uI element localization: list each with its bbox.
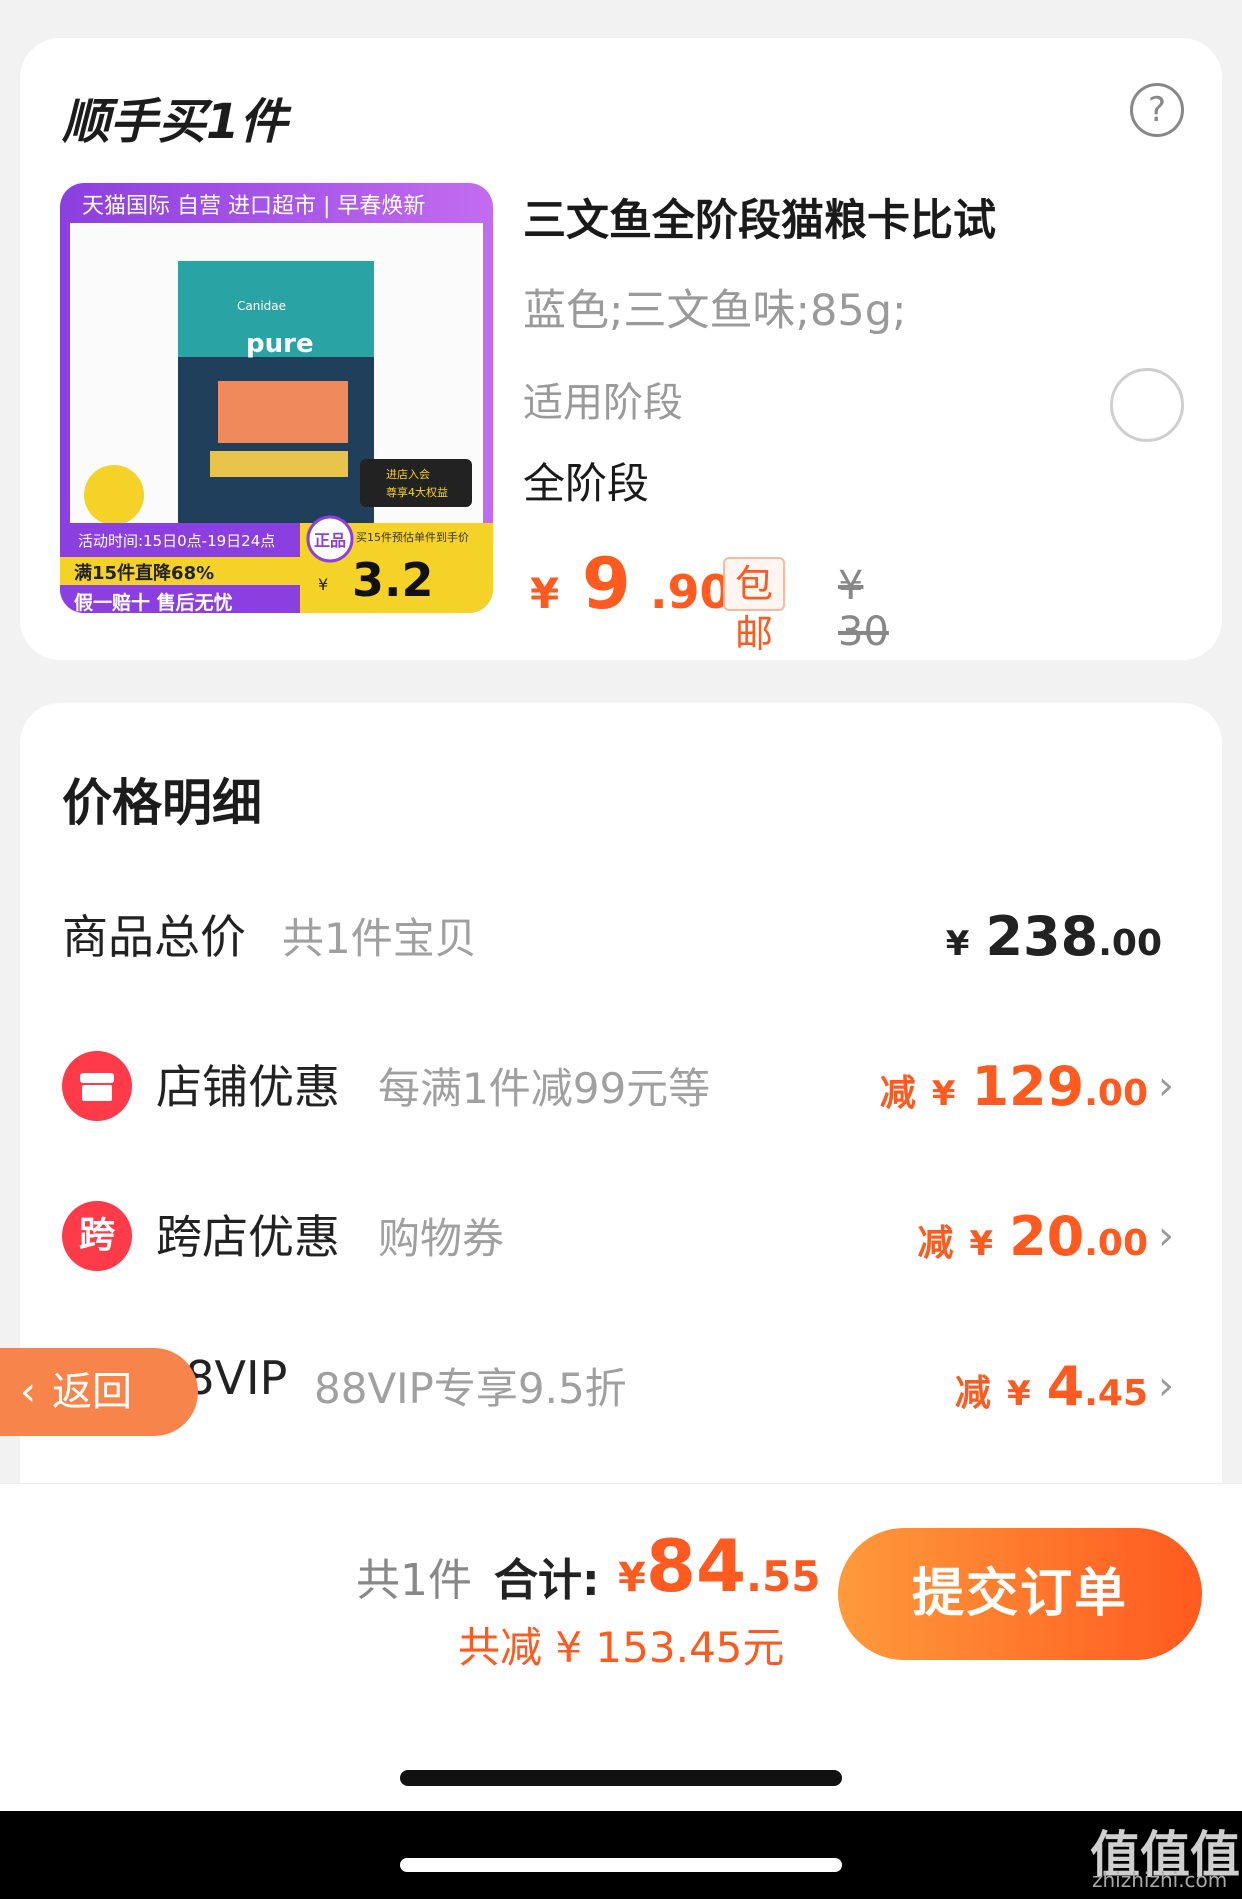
vip-discount-row[interactable]: 88 88VIP 88VIP专享9.5折 减 ¥ 4.45 › (20, 1333, 1222, 1433)
member-text-1: 进店入会 (386, 468, 430, 481)
price-integer: 9 (582, 543, 631, 625)
store-icon (62, 1051, 132, 1121)
total-amount: ¥84.55 (618, 1524, 821, 1608)
product-text: pure (246, 329, 314, 359)
total-saved: 共减 ¥ 153.45元 (458, 1623, 785, 1672)
estimate-price: 3.2 (352, 553, 434, 607)
authentic-badge: 正品 (314, 531, 347, 550)
banner-text: 天猫国际 自营 进口超市 | 早春焕新 (82, 194, 426, 219)
free-shipping-tag: 包邮 (723, 557, 786, 656)
brand-text: Canidae (237, 299, 287, 313)
back-button-label: 返回 (52, 1369, 132, 1415)
upsell-title: 顺手买1件 (62, 94, 288, 150)
cross-store-icon: 跨 (62, 1201, 132, 1271)
home-indicator (400, 1770, 842, 1786)
estimate-label: 买15件预估单件到手价 (356, 531, 469, 544)
chevron-right-icon: › (1158, 1213, 1174, 1259)
total-price-sub: 共1件宝贝 (282, 914, 477, 963)
cross-store-discount-amount: 减 ¥ 20.00 (917, 1205, 1148, 1268)
chevron-right-icon: › (1158, 1063, 1174, 1109)
original-price: ¥ 30 (838, 563, 889, 655)
price-decimal: .90 (650, 565, 732, 619)
discount-text: 满15件直降68% (74, 563, 215, 584)
product-image[interactable]: 天猫国际 自营 进口超市 | 早春焕新 Canidae pure 进店入会 尊享… (60, 183, 493, 613)
submit-order-button[interactable]: 提交订单 (838, 1528, 1202, 1660)
member-text-2: 尊享4大权益 (386, 486, 448, 499)
add-product-radio[interactable] (1110, 368, 1184, 442)
stage-label: 适用阶段 (523, 380, 683, 426)
price-detail-title: 价格明细 (62, 774, 262, 832)
cross-store-discount-row[interactable]: 跨 跨店优惠 购物券 减 ¥ 20.00 › (20, 1183, 1222, 1283)
total-label: 合计: (494, 1555, 600, 1606)
product-name[interactable]: 三文鱼全阶段猫粮卡比试 (523, 186, 996, 248)
question-circle-icon[interactable]: ? (1130, 83, 1184, 137)
total-price-row: 商品总价 共1件宝贝 ¥ 238.00 (20, 883, 1222, 983)
home-indicator-secondary (400, 1858, 842, 1872)
total-price-label: 商品总价 (62, 910, 246, 964)
guarantee-text: 假一赔十 售后无忧 (74, 592, 233, 613)
vip-discount-amount: 减 ¥ 4.45 (954, 1355, 1148, 1418)
chevron-left-icon: ‹ (20, 1369, 36, 1415)
upsell-card: 顺手买1件 ? 天猫国际 自营 进口超市 | 早春焕新 Canidae pure… (20, 38, 1222, 660)
cross-store-discount-label: 跨店优惠 (156, 1210, 340, 1264)
bottom-strip (0, 1811, 1242, 1899)
store-discount-label: 店铺优惠 (156, 1060, 340, 1114)
product-spec[interactable]: 蓝色;三文鱼味;85g; (523, 276, 906, 338)
vip-discount-sub: 88VIP专享9.5折 (314, 1364, 627, 1413)
item-count: 共1件 (356, 1555, 472, 1606)
stage-value: 全阶段 (523, 459, 650, 508)
price-detail-card: 价格明细 商品总价 共1件宝贝 ¥ 238.00 店铺优惠 每满1件减99元等 … (20, 703, 1222, 1543)
cross-store-discount-sub: 购物券 (378, 1214, 505, 1263)
price-symbol: ¥ (530, 569, 560, 618)
checkout-bar: 共1件 合计: ¥84.55 共减 ¥ 153.45元 提交订单 (0, 1483, 1242, 1812)
store-discount-sub: 每满1件减99元等 (378, 1064, 711, 1113)
store-discount-amount: 减 ¥ 129.00 (879, 1055, 1148, 1118)
watermark-url: zhizhizhi.com (1092, 1868, 1228, 1892)
store-discount-row[interactable]: 店铺优惠 每满1件减99元等 减 ¥ 129.00 › (20, 1033, 1222, 1133)
activity-time: 活动时间:15日0点-19日24点 (78, 532, 276, 550)
back-button[interactable]: ‹ 返回 (0, 1348, 198, 1436)
total-price-amount: ¥ 238.00 (945, 905, 1162, 968)
estimate-symbol: ¥ (318, 575, 329, 594)
chevron-right-icon: › (1158, 1363, 1174, 1409)
